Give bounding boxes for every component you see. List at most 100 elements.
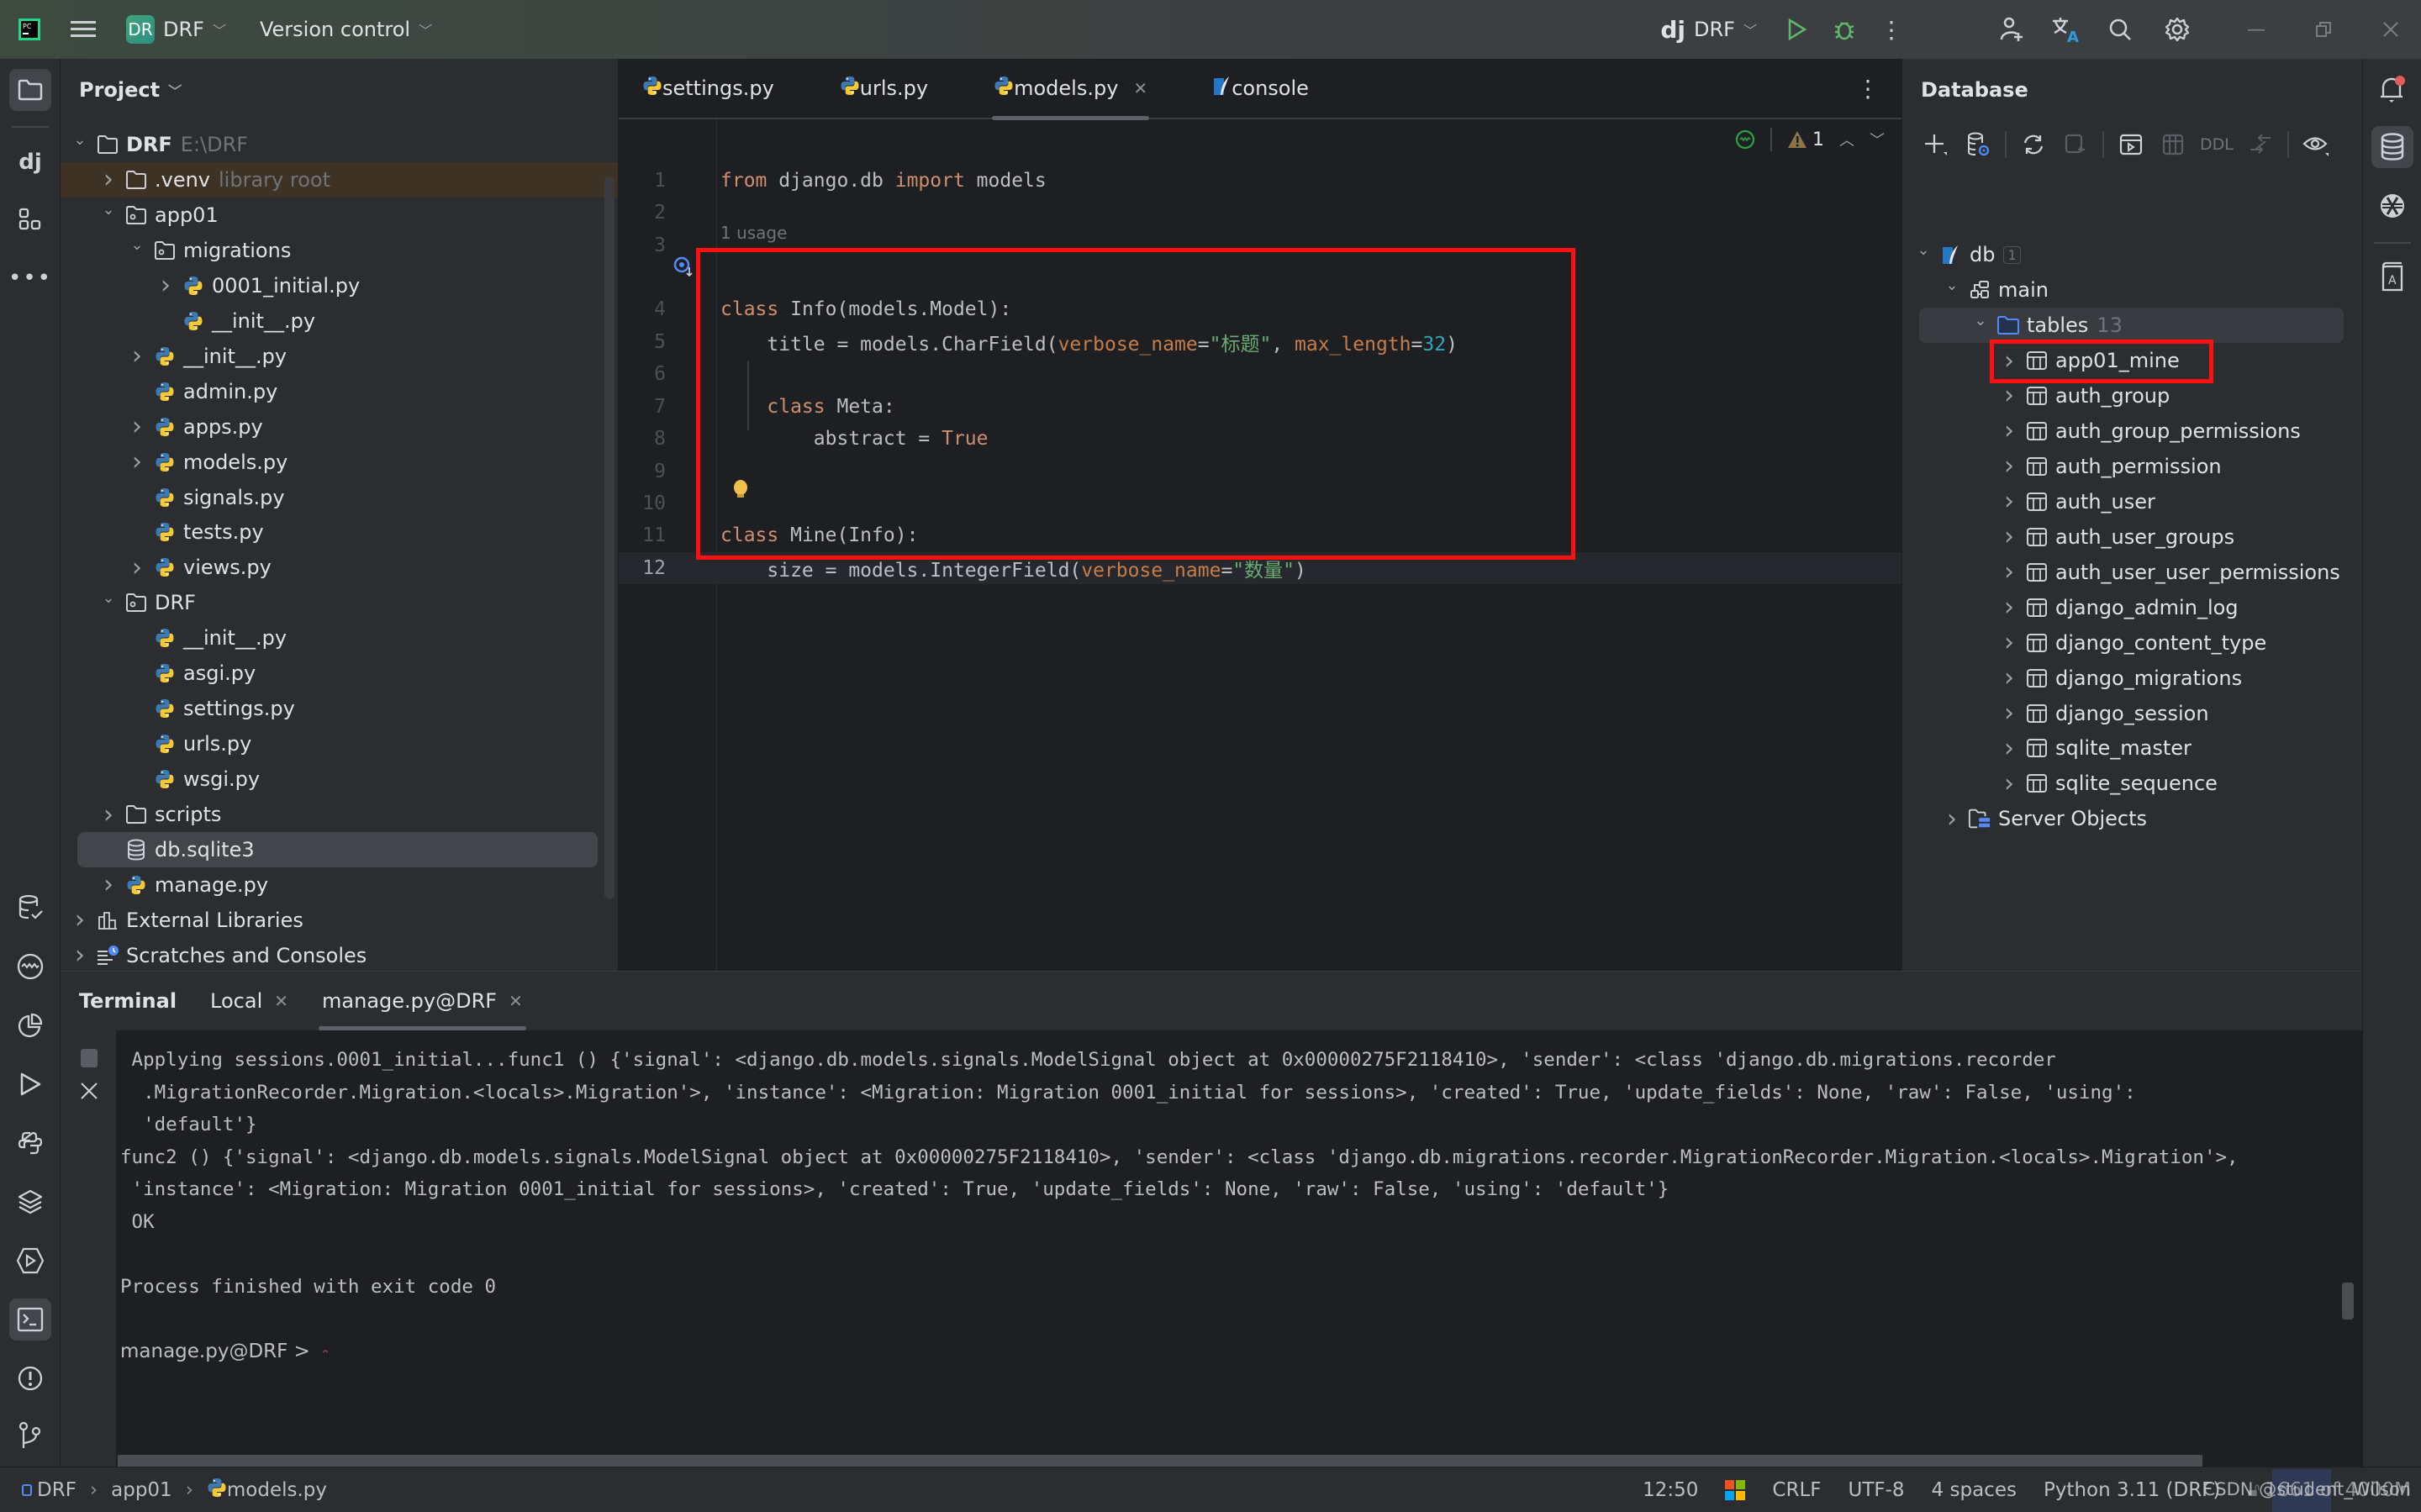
coverage-button[interactable] — [9, 1004, 51, 1046]
next-highlight-icon[interactable]: ﹀ — [1870, 129, 1885, 150]
database-tree-item[interactable]: › auth_user_groups — [1902, 519, 2352, 555]
close-tab-icon[interactable]: ✕ — [509, 991, 523, 1011]
project-tree-item[interactable]: › views.py — [61, 550, 608, 585]
chevron-right-icon[interactable]: › — [2000, 451, 2018, 481]
database-tree-item[interactable]: › sqlite_master — [1902, 730, 2352, 766]
chevron-down-icon[interactable]: ⌄ — [99, 201, 118, 219]
services-button[interactable] — [9, 1240, 51, 1282]
terminal-tab[interactable]: manage.py@DRF ✕ — [319, 972, 526, 1030]
editor-tab[interactable]: urls.py — [821, 58, 947, 119]
project-tree-item[interactable]: __init__.py — [61, 620, 608, 656]
close-session-button[interactable] — [79, 1081, 99, 1106]
run-tool-button[interactable] — [9, 1063, 51, 1105]
pycharm-logo[interactable]: PC — [17, 0, 42, 59]
chevron-right-icon[interactable]: › — [2000, 522, 2018, 551]
database-tree-item[interactable]: › django_session — [1902, 696, 2352, 731]
data-source-properties-button[interactable] — [1963, 129, 1993, 160]
database-tool-button[interactable] — [2371, 126, 2413, 168]
project-tree-item[interactable]: wsgi.py — [61, 761, 608, 797]
project-tree-item[interactable]: ⌄ migrations — [61, 233, 608, 268]
main-menu-button[interactable] — [71, 0, 96, 59]
database-tree-item[interactable]: › auth_user_user_permissions — [1902, 555, 2352, 590]
project-tree-item[interactable]: __init__.py — [61, 303, 608, 339]
project-tree-item[interactable]: admin.py — [61, 374, 608, 409]
project-tree-item[interactable]: signals.py — [61, 480, 608, 515]
python-packages-button[interactable] — [9, 1181, 51, 1223]
chevron-right-icon[interactable]: › — [2000, 487, 2018, 516]
more-actions-button[interactable]: ⋮ — [1873, 11, 1910, 48]
ddl-button[interactable]: DDL — [2200, 129, 2234, 160]
table-editor-button[interactable] — [2158, 129, 2188, 160]
chevron-right-icon[interactable]: › — [2000, 593, 2018, 622]
encoding-selector[interactable]: UTF-8 — [1849, 1479, 1905, 1501]
project-tree-item[interactable]: ⌄ app01 — [61, 198, 608, 233]
search-everywhere-button[interactable] — [2102, 11, 2139, 48]
chevron-right-icon[interactable]: › — [2000, 663, 2018, 693]
project-tree-item[interactable]: db.sqlite3 — [77, 832, 598, 867]
version-control-button[interactable] — [9, 1415, 51, 1457]
project-tree-item[interactable]: › manage.py — [61, 867, 608, 903]
chevron-down-icon[interactable]: ⌄ — [128, 236, 146, 254]
compare-button[interactable] — [2245, 129, 2276, 160]
editor-tab[interactable]: models.py ✕ — [975, 58, 1166, 120]
project-tree-item[interactable]: › __init__.py — [61, 339, 608, 374]
close-window-button[interactable] — [2372, 11, 2409, 48]
chevron-right-icon[interactable]: › — [2000, 381, 2018, 410]
chevron-right-icon[interactable]: › — [99, 870, 118, 899]
inspection-widget[interactable]: 1 ︿ ﹀ — [1735, 128, 1885, 151]
settings-button[interactable] — [2159, 11, 2196, 48]
breadcrumb-item[interactable]: models.py — [207, 1478, 327, 1503]
jump-to-console-button[interactable] — [2116, 129, 2146, 160]
line-ending-selector[interactable]: CRLF — [1772, 1479, 1821, 1501]
project-panel-header[interactable]: Project ﹀ — [61, 59, 618, 121]
chevron-right-icon[interactable]: › — [2000, 628, 2018, 657]
chevron-right-icon[interactable]: › — [2000, 416, 2018, 445]
vcs-selector[interactable]: Version control ﹀ — [260, 0, 432, 59]
project-tree-item[interactable]: › .venv library root — [61, 161, 618, 198]
chevron-down-icon[interactable]: ⌄ — [1943, 277, 1961, 294]
restore-button[interactable] — [2305, 11, 2342, 48]
run-button[interactable] — [1779, 11, 1816, 48]
project-selector[interactable]: DR DRF ﹀ — [126, 0, 226, 59]
windows-logo-icon[interactable] — [1725, 1479, 1746, 1500]
code-with-me-button[interactable] — [1994, 11, 2031, 48]
chevron-right-icon[interactable]: › — [2000, 734, 2018, 763]
project-tree-item[interactable]: tests.py — [61, 514, 608, 550]
project-tree-item[interactable]: › External Libraries — [61, 903, 608, 938]
project-tree-item[interactable]: › scripts — [61, 797, 608, 832]
chevron-right-icon[interactable]: › — [71, 940, 89, 970]
database-tree-item[interactable]: › auth_permission — [1902, 449, 2352, 484]
database-tree-item[interactable]: ⌄ main — [1902, 272, 2352, 308]
database-tree-item[interactable]: › django_content_type — [1902, 625, 2352, 661]
project-tree-item[interactable]: urls.py — [61, 726, 608, 761]
python-console-button[interactable] — [9, 1122, 51, 1164]
project-tree-item[interactable]: ⌄ DRF E:\DRF — [61, 127, 608, 162]
more-tool-windows-button[interactable]: ••• — [8, 257, 51, 299]
database-tree-item[interactable]: › auth_user — [1902, 484, 2352, 519]
project-tool-button[interactable] — [9, 69, 51, 111]
chevron-right-icon[interactable]: › — [2000, 698, 2018, 728]
chevron-down-icon[interactable]: ⌄ — [1914, 241, 1933, 259]
terminal-tab[interactable]: Local ✕ — [210, 972, 288, 1030]
chevron-right-icon[interactable]: › — [2000, 769, 2018, 798]
database-tree-item[interactable]: ⌄ tables 13 — [1919, 308, 2344, 343]
database-tree-item[interactable]: › Server Objects — [1902, 801, 2352, 836]
usage-hint[interactable]: 1 usage — [720, 223, 787, 243]
database-tree-item[interactable]: › django_migrations — [1902, 661, 2352, 696]
chevron-right-icon[interactable]: › — [1943, 804, 1961, 834]
database-tree-item[interactable]: › auth_group — [1902, 378, 2352, 414]
chevron-right-icon[interactable]: › — [156, 271, 175, 300]
caret-position[interactable]: 12:50 — [1643, 1479, 1698, 1501]
database-tree-item[interactable]: › django_admin_log — [1902, 590, 2352, 625]
chevron-right-icon[interactable]: › — [128, 412, 146, 441]
breadcrumb-item[interactable]: DRF — [22, 1479, 76, 1501]
database-changes-button[interactable] — [9, 887, 51, 929]
project-tree-item[interactable]: ⌄ DRF — [61, 585, 608, 620]
close-tab-icon[interactable]: ✕ — [274, 991, 288, 1011]
close-tab-icon[interactable]: ✕ — [1133, 78, 1147, 98]
run-configuration-selector[interactable]: dj DRF ﹀ — [1660, 0, 1757, 59]
chevron-right-icon[interactable]: › — [99, 800, 118, 830]
services-wave-button[interactable] — [9, 946, 51, 988]
minimize-button[interactable]: — — [2238, 11, 2275, 48]
implemented-gutter-icon[interactable] — [672, 256, 694, 282]
